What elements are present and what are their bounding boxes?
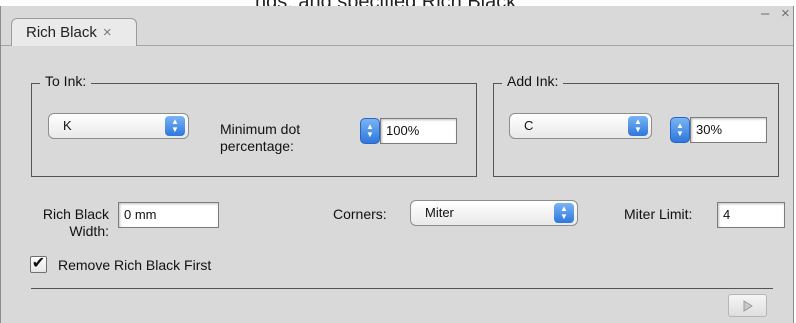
corners-label: Corners: [333, 206, 387, 222]
rich-black-width-field[interactable]: 0 mm [118, 202, 219, 228]
min-dot-label-line1: Minimum dot [220, 121, 301, 137]
corners-select[interactable]: Miter ▲ ▼ [410, 200, 578, 226]
tab-label: Rich Black [26, 24, 97, 41]
add-ink-stepper[interactable]: ▲ ▼ [670, 117, 690, 143]
to-ink-legend: To Ink: [40, 73, 92, 89]
remove-rich-black-first-label: Remove Rich Black First [58, 257, 212, 273]
miter-limit-field[interactable]: 4 [717, 202, 785, 228]
add-ink-select[interactable]: C ▲ ▼ [509, 113, 652, 139]
select-arrows-icon: ▲ ▼ [628, 116, 648, 136]
add-ink-percent-field[interactable]: 30% [690, 117, 767, 143]
select-arrows-icon: ▲ ▼ [554, 203, 574, 223]
rich-black-width-label: Rich Black Width: [27, 206, 109, 240]
tab-rich-black[interactable]: Rich Black × [11, 18, 137, 46]
select-arrows-icon: ▲ ▼ [165, 116, 185, 136]
rich-black-width-label-line2: Width: [69, 223, 109, 239]
play-icon [743, 299, 753, 312]
to-ink-value: K [63, 118, 72, 133]
corners-value: Miter [425, 205, 454, 220]
divider [31, 288, 773, 289]
apply-button[interactable] [728, 294, 767, 317]
to-ink-select[interactable]: K ▲ ▼ [48, 113, 189, 139]
add-ink-value: C [524, 118, 534, 133]
rich-black-panel: – × Rich Black × To Ink: K ▲ ▼ Minimum do… [0, 6, 794, 323]
remove-rich-black-first-checkbox[interactable]: ✔ [30, 256, 47, 273]
min-dot-label: Minimum dot percentage: [220, 121, 300, 155]
min-dot-field[interactable]: 100% [380, 118, 457, 144]
miter-limit-label: Miter Limit: [624, 206, 693, 222]
min-dot-label-line2: percentage: [220, 138, 294, 154]
tab-close-icon[interactable]: × [103, 24, 112, 41]
add-ink-legend: Add Ink: [502, 73, 564, 89]
tab-strip: Rich Black × [1, 16, 793, 46]
min-dot-stepper[interactable]: ▲ ▼ [360, 118, 380, 144]
rich-black-width-label-line1: Rich Black [42, 206, 109, 222]
